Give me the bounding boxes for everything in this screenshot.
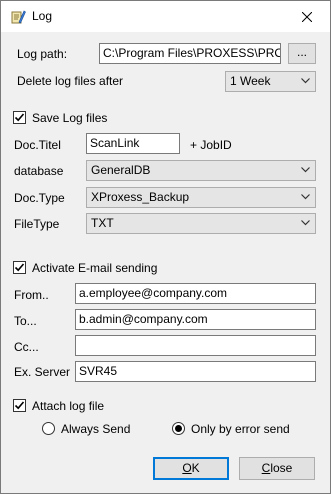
error-send-radio[interactable] bbox=[172, 422, 185, 435]
title-bar: Log bbox=[1, 1, 330, 32]
checkmark-icon bbox=[14, 113, 25, 122]
ok-button[interactable]: OK bbox=[153, 457, 229, 480]
database-select[interactable]: GeneralDB bbox=[86, 160, 316, 181]
email-checkbox[interactable] bbox=[13, 261, 26, 274]
chevron-down-icon bbox=[301, 167, 310, 173]
ok-mnemonic: O bbox=[182, 461, 192, 475]
save-log-checkbox[interactable] bbox=[13, 111, 26, 124]
file-type-value: TXT bbox=[91, 216, 114, 230]
log-app-icon bbox=[10, 9, 26, 25]
doc-type-select[interactable]: XProxess_Backup bbox=[86, 187, 316, 208]
server-input[interactable]: SVR45 bbox=[75, 361, 316, 382]
chevron-down-icon bbox=[301, 220, 310, 226]
database-label: database bbox=[14, 164, 64, 178]
from-label: From.. bbox=[14, 288, 49, 302]
close-icon bbox=[302, 11, 312, 22]
cc-input[interactable] bbox=[75, 335, 316, 356]
server-label: Ex. Server bbox=[14, 365, 71, 379]
attach-checkbox[interactable] bbox=[13, 399, 26, 412]
file-type-select[interactable]: TXT bbox=[86, 213, 316, 234]
browse-button[interactable]: ... bbox=[288, 43, 316, 64]
delete-after-label: Delete log files after bbox=[17, 74, 124, 88]
file-type-label: FileType bbox=[14, 217, 60, 231]
from-input[interactable]: a.employee@company.com bbox=[75, 283, 316, 304]
cc-label: Cc... bbox=[14, 340, 39, 354]
attach-label: Attach log file bbox=[32, 399, 105, 413]
log-path-input[interactable]: C:\Program Files\PROXESS\PROXE bbox=[99, 43, 281, 64]
dialog-body: Log path: C:\Program Files\PROXESS\PROXE… bbox=[1, 32, 330, 493]
to-input[interactable]: b.admin@company.com bbox=[75, 309, 316, 330]
save-log-label: Save Log files bbox=[32, 111, 108, 125]
radio-selected-dot bbox=[175, 425, 182, 432]
always-send-label: Always Send bbox=[61, 422, 131, 436]
error-send-label: Only by error send bbox=[191, 422, 290, 436]
checkmark-icon bbox=[14, 263, 25, 272]
doc-titel-input[interactable]: ScanLink bbox=[86, 133, 180, 154]
always-send-radio[interactable] bbox=[42, 422, 55, 435]
checkmark-icon bbox=[14, 401, 25, 410]
close-label-rest: lose bbox=[270, 461, 293, 475]
close-window-button[interactable] bbox=[284, 1, 330, 32]
email-label: Activate E-mail sending bbox=[32, 261, 158, 275]
doc-type-value: XProxess_Backup bbox=[91, 190, 190, 204]
chevron-down-icon bbox=[301, 78, 310, 84]
log-dialog: Log Log path: C:\Program Files\PROXESS\P… bbox=[0, 0, 331, 494]
job-id-suffix: + JobID bbox=[190, 138, 232, 152]
window-title: Log bbox=[32, 9, 53, 23]
ok-label-rest: K bbox=[191, 461, 200, 475]
doc-type-label: Doc.Type bbox=[14, 191, 65, 205]
delete-after-select[interactable]: 1 Week bbox=[225, 71, 316, 92]
chevron-down-icon bbox=[301, 194, 310, 200]
log-path-label: Log path: bbox=[17, 47, 68, 61]
to-label: To... bbox=[14, 314, 37, 328]
close-button[interactable]: Close bbox=[239, 457, 315, 480]
database-value: GeneralDB bbox=[91, 163, 151, 177]
delete-after-value: 1 Week bbox=[230, 74, 271, 88]
doc-titel-label: Doc.Titel bbox=[14, 138, 61, 152]
